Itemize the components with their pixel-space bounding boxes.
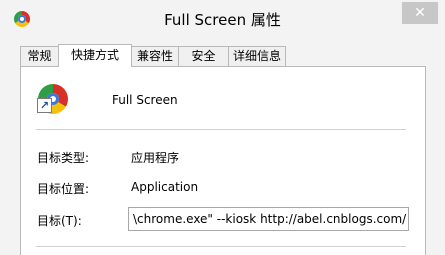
divider (36, 246, 406, 247)
window-frame-right (437, 36, 445, 255)
shortcut-name: Full Screen (112, 93, 178, 107)
close-icon: ✕ (414, 5, 426, 21)
target-label: 目标(T): (37, 214, 82, 228)
tab-security[interactable]: 安全 (178, 46, 229, 66)
tab-compatibility[interactable]: 兼容性 (131, 46, 179, 66)
target-location-label: 目标位置: (37, 182, 90, 196)
target-type-value: 应用程序 (131, 151, 180, 165)
target-location-value: Application (131, 180, 199, 194)
target-field[interactable]: \chrome.exe" --kiosk http://abel.cnblogs… (128, 207, 409, 231)
close-button[interactable]: ✕ (402, 2, 438, 24)
target-type-label: 目标类型: (37, 151, 90, 165)
title-bar: Full Screen 属性 ✕ (0, 0, 445, 36)
window-frame-left (0, 36, 8, 255)
tab-shortcut[interactable]: 快捷方式 (58, 44, 132, 67)
divider (36, 129, 406, 130)
tab-details[interactable]: 详细信息 (228, 46, 286, 66)
shortcut-arrow-icon: ↗ (37, 98, 52, 113)
window-title: Full Screen 属性 (164, 11, 281, 29)
tab-general[interactable]: 常规 (20, 46, 59, 66)
